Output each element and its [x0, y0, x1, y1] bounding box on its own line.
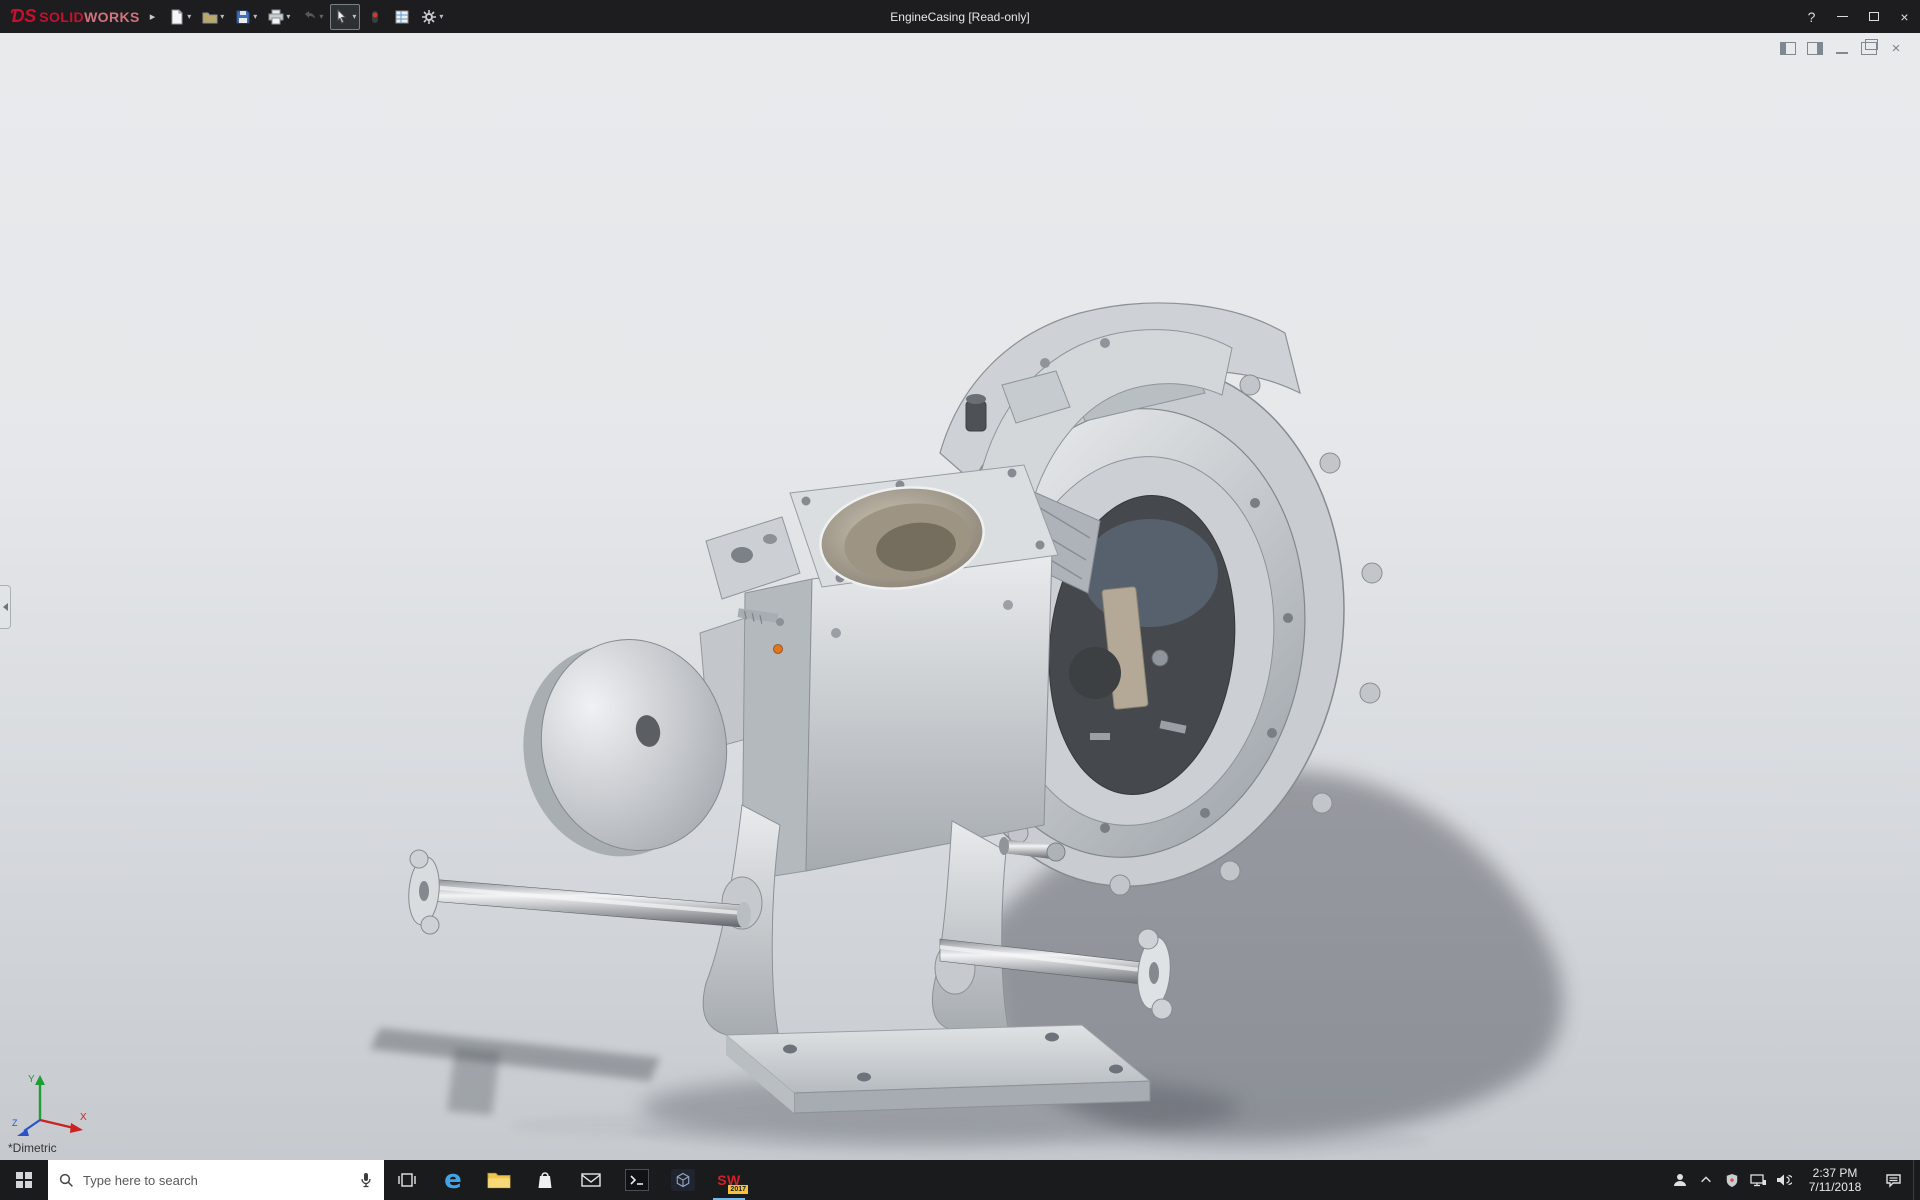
save-button[interactable]: ▾: [231, 4, 261, 30]
network-icon: [1749, 1174, 1766, 1187]
file-properties-icon: [395, 10, 409, 23]
base-plate[interactable]: [724, 1024, 1152, 1114]
gear-icon: [422, 9, 437, 24]
undo-button[interactable]: ▾: [297, 4, 327, 30]
open-button[interactable]: ▾: [198, 4, 228, 30]
security-tray-button[interactable]: [1719, 1160, 1745, 1200]
people-button[interactable]: [1667, 1160, 1693, 1200]
menu-flyout-icon[interactable]: ▸: [146, 10, 166, 23]
logo-text-works: WORKS: [84, 9, 140, 25]
triad-x-label: X: [80, 1112, 87, 1123]
print-button[interactable]: ▾: [264, 4, 294, 30]
action-center-icon: [1885, 1173, 1901, 1188]
save-icon: [236, 10, 250, 23]
orientation-triad: Y X Z: [12, 1074, 87, 1136]
quick-access-toolbar: ▾ ▾ ▾ ▾ ▾ ▾ ▾: [165, 3, 447, 30]
mail-icon: [581, 1173, 601, 1187]
rebuild-stoplight-icon: [372, 10, 379, 23]
volume-icon: [1777, 1174, 1792, 1186]
task-view-button[interactable]: [384, 1160, 430, 1200]
doc-restore-icon[interactable]: [1861, 39, 1878, 55]
clock-date: 7/11/2018: [1808, 1180, 1862, 1194]
edge-icon: e: [444, 1165, 462, 1195]
graphics-viewport[interactable]: × Y X Z *Dimetric: [0, 33, 1920, 1160]
chevron-down-icon[interactable]: ▾: [439, 12, 443, 21]
titlebar: ƊS SOLID WORKS ▸ ▾ ▾ ▾ ▾ ▾ ▾ ▾ EngineCas…: [0, 0, 1920, 33]
dock-pane-left-icon[interactable]: [1780, 42, 1796, 55]
new-document-icon: [171, 9, 183, 24]
clock-time: 2:37 PM: [1812, 1166, 1858, 1180]
command-prompt-icon: [625, 1169, 649, 1191]
volume-tray-button[interactable]: [1771, 1160, 1797, 1200]
store-button[interactable]: [522, 1160, 568, 1200]
chevron-down-icon[interactable]: ▾: [220, 12, 224, 21]
print-icon: [268, 9, 284, 24]
search-input[interactable]: [83, 1172, 350, 1188]
taskbar: e: [0, 1160, 1920, 1200]
minimize-button[interactable]: [1827, 0, 1858, 33]
shield-icon: [1726, 1173, 1738, 1187]
chevron-down-icon[interactable]: ▾: [352, 12, 356, 21]
minimize-icon: [1837, 16, 1848, 17]
network-tray-button[interactable]: [1745, 1160, 1771, 1200]
show-desktop-button[interactable]: [1913, 1160, 1920, 1200]
microphone-icon[interactable]: [359, 1172, 373, 1188]
solidworks-2017-icon: SW 2017: [717, 1172, 748, 1194]
mount-rod-left[interactable]: [406, 849, 751, 935]
tray-overflow-button[interactable]: [1693, 1160, 1719, 1200]
triad-y-label: Y: [28, 1074, 35, 1085]
window-controls: ? ×: [1796, 0, 1920, 33]
view-orientation-label: *Dimetric: [8, 1141, 57, 1155]
solidworks-logo[interactable]: ƊS SOLID WORKS: [0, 6, 146, 27]
edge-button[interactable]: e: [430, 1160, 476, 1200]
options-button[interactable]: ▾: [417, 4, 447, 30]
rebuild-button[interactable]: [363, 4, 387, 30]
help-button[interactable]: ?: [1796, 0, 1827, 33]
document-window-controls: ×: [1780, 39, 1904, 56]
doc-minimize-icon[interactable]: [1834, 42, 1850, 55]
undo-icon: [305, 10, 316, 19]
windows-logo-icon: [16, 1172, 32, 1188]
cube-icon: [671, 1169, 695, 1191]
taskbar-apps: e SW 2017: [384, 1160, 752, 1200]
chevron-down-icon[interactable]: ▾: [187, 12, 191, 21]
file-explorer-button[interactable]: [476, 1160, 522, 1200]
select-arrow-icon: [337, 8, 347, 23]
task-view-icon: [398, 1173, 416, 1187]
dock-pane-right-icon[interactable]: [1807, 42, 1823, 55]
ds-logo-icon: ƊS: [10, 6, 37, 26]
system-tray: 2:37 PM 7/11/2018: [1667, 1160, 1920, 1200]
open-folder-icon: [202, 12, 218, 23]
store-bag-icon: [538, 1172, 552, 1188]
panel-flyout-tab[interactable]: [0, 585, 11, 629]
maximize-icon: [1868, 12, 1879, 21]
file-explorer-icon: [487, 1172, 511, 1189]
search-icon: [59, 1173, 73, 1187]
doc-close-icon[interactable]: ×: [1888, 41, 1904, 56]
engine-casing-model[interactable]: [0, 33, 1920, 1160]
start-button[interactable]: [0, 1160, 48, 1200]
chevron-left-icon: [2, 603, 8, 611]
3d-app-button[interactable]: [660, 1160, 706, 1200]
select-tool-button[interactable]: ▾: [330, 3, 361, 30]
taskbar-search[interactable]: [48, 1160, 384, 1200]
triad-z-label: Z: [12, 1118, 18, 1128]
chevron-down-icon[interactable]: ▾: [319, 12, 323, 21]
close-button[interactable]: ×: [1889, 0, 1920, 33]
maximize-button[interactable]: [1858, 0, 1889, 33]
people-icon: [1674, 1174, 1686, 1186]
sensor-cylinder: [965, 400, 987, 432]
new-document-button[interactable]: ▾: [165, 4, 195, 30]
taskbar-clock[interactable]: 2:37 PM 7/11/2018: [1797, 1166, 1873, 1194]
chevron-down-icon[interactable]: ▾: [286, 12, 290, 21]
file-properties-button[interactable]: [390, 4, 414, 30]
chevron-down-icon[interactable]: ▾: [253, 12, 257, 21]
command-prompt-button[interactable]: [614, 1160, 660, 1200]
solidworks-taskbar-button[interactable]: SW 2017: [706, 1160, 752, 1200]
logo-text-solid: SOLID: [39, 9, 85, 25]
action-center-button[interactable]: [1873, 1160, 1913, 1200]
mail-button[interactable]: [568, 1160, 614, 1200]
chevron-up-icon: [1701, 1176, 1711, 1183]
selection-point[interactable]: [773, 644, 783, 654]
